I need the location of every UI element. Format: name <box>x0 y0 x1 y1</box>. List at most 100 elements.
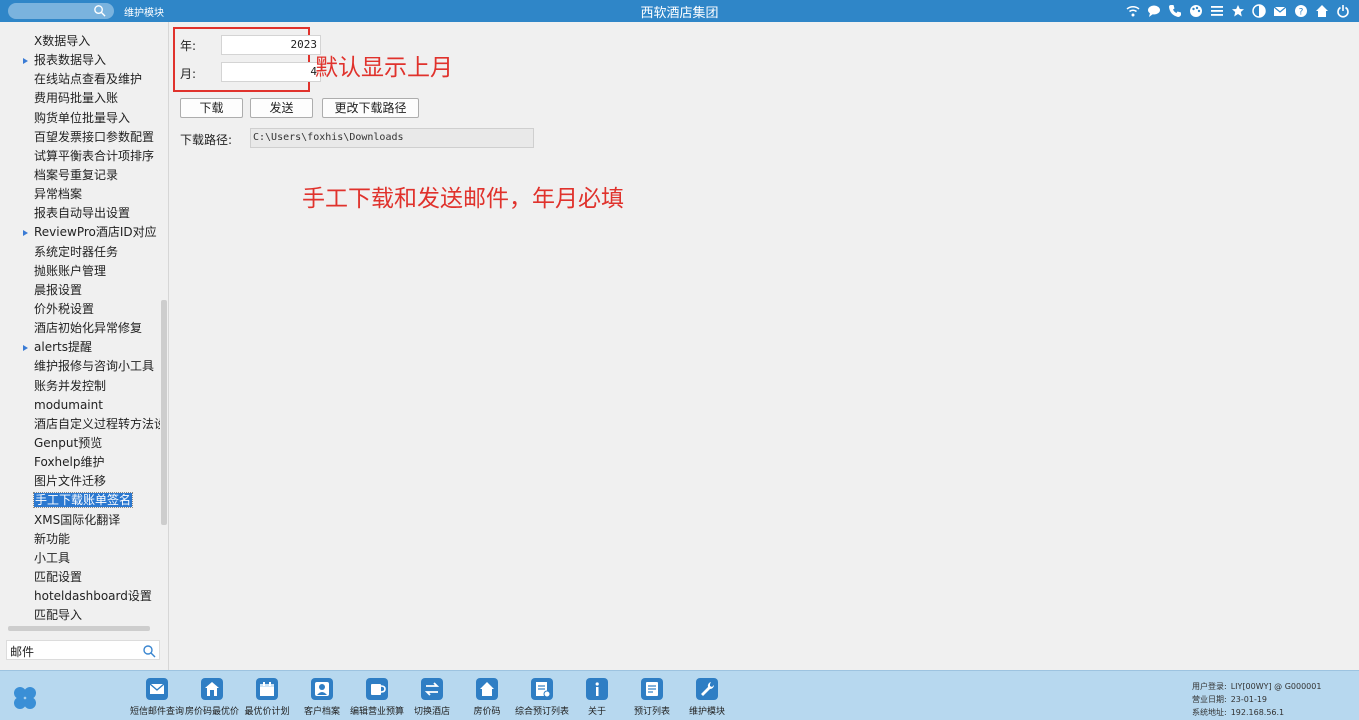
sidebar-item[interactable]: 小工具 <box>0 549 160 568</box>
wifi-icon[interactable] <box>1125 3 1141 19</box>
year-input[interactable]: 2023 <box>221 35 321 55</box>
sidebar-item[interactable]: 匹配导入 <box>0 606 160 625</box>
switch-icon[interactable] <box>421 678 443 700</box>
wrench-icon[interactable] <box>696 678 718 700</box>
message-icon[interactable] <box>1146 3 1162 19</box>
mail-icon[interactable] <box>1272 3 1288 19</box>
sidebar-item-label: 系统定时器任务 <box>34 244 119 259</box>
expand-arrow-icon[interactable] <box>23 230 28 237</box>
sidebar-item[interactable]: 维护报修与咨询小工具 <box>0 357 160 376</box>
sidebar-horizontal-scrollbar[interactable] <box>8 626 150 631</box>
search-icon[interactable] <box>142 644 156 658</box>
year-label: 年: <box>180 39 197 53</box>
booking-list-icon[interactable] <box>531 678 553 700</box>
sidebar-item-label: Foxhelp维护 <box>34 455 105 470</box>
download-path-label: 下载路径: <box>180 133 233 147</box>
sidebar-item[interactable]: 新功能 <box>0 530 160 549</box>
sidebar-item[interactable]: 酒店自定义过程转方法设置 <box>0 415 160 434</box>
sidebar-item-label: hoteldashboard设置 <box>34 589 152 604</box>
menu-search-input[interactable]: 邮件 <box>6 640 160 660</box>
sidebar-item-label: 晨报设置 <box>34 282 83 297</box>
mail-icon[interactable] <box>146 678 168 700</box>
theme-icon[interactable] <box>1251 3 1267 19</box>
taskbar-item[interactable]: 维护模块 <box>672 678 742 717</box>
sidebar-item-label: 抛账账户管理 <box>34 263 107 278</box>
sidebar-item[interactable]: Foxhelp维护 <box>0 453 160 472</box>
send-button[interactable]: 发送 <box>250 98 313 118</box>
sidebar-item[interactable]: 图片文件迁移 <box>0 472 160 491</box>
sidebar-item[interactable]: XMS国际化翻译 <box>0 511 160 530</box>
sidebar-item[interactable]: 手工下载账单签名 <box>0 491 160 510</box>
customer-icon[interactable] <box>311 678 333 700</box>
sidebar-item[interactable]: 报表自动导出设置 <box>0 204 160 223</box>
sidebar-item[interactable]: Genput预览 <box>0 434 160 453</box>
main-panel: 年: 2023 月: 4 默认显示上月 下载 发送 更改下载路径 下载路径: C… <box>170 22 1359 670</box>
top-toolbar: ? <box>1125 3 1351 19</box>
download-path-field[interactable]: C:\Users\foxhis\Downloads <box>250 128 534 148</box>
sidebar-item[interactable]: 账务并发控制 <box>0 377 160 396</box>
sidebar-item-label: 试算平衡表合计项排序 <box>34 148 155 163</box>
sidebar-item-label: 费用码批量入账 <box>34 91 119 106</box>
sidebar-item-label: 报表数据导入 <box>34 53 107 68</box>
home-icon[interactable] <box>1314 3 1330 19</box>
power-icon[interactable] <box>1335 3 1351 19</box>
taskbar-item-label: 维护模块 <box>688 707 725 717</box>
month-input[interactable]: 4 <box>221 62 321 82</box>
menu-icon[interactable] <box>1209 3 1225 19</box>
sidebar-item[interactable]: modumaint <box>0 396 160 415</box>
sidebar-item-label: ReviewPro酒店ID对应 <box>34 225 157 240</box>
sidebar-item-label: 报表自动导出设置 <box>34 206 131 221</box>
sidebar-item[interactable]: 价外税设置 <box>0 300 160 319</box>
menu-search-value: 邮件 <box>10 645 35 659</box>
sidebar-item-label: alerts提醒 <box>34 340 92 355</box>
calendar-icon[interactable] <box>256 678 278 700</box>
sidebar-item-label: 酒店初始化异常修复 <box>34 321 143 336</box>
sidebar-item-label: modumaint <box>34 397 103 412</box>
sidebar-item[interactable]: 档案号重复记录 <box>0 166 160 185</box>
help-icon[interactable]: ? <box>1293 3 1309 19</box>
change-download-path-button[interactable]: 更改下载路径 <box>322 98 419 118</box>
sidebar-item[interactable]: 晨报设置 <box>0 281 160 300</box>
cup-icon[interactable] <box>366 678 388 700</box>
sidebar-item-label: Genput预览 <box>34 435 103 450</box>
sidebar-item[interactable]: 异常档案 <box>0 185 160 204</box>
sidebar-item-label: 小工具 <box>34 550 71 565</box>
sidebar-item[interactable]: 费用码批量入账 <box>0 89 160 108</box>
expand-arrow-icon[interactable] <box>23 345 28 352</box>
expand-arrow-icon[interactable] <box>23 58 28 65</box>
booking-icon[interactable] <box>641 678 663 700</box>
sidebar-item-label: 购货单位批量导入 <box>34 110 131 125</box>
download-button[interactable]: 下载 <box>180 98 243 118</box>
sidebar-item[interactable]: ReviewPro酒店ID对应 <box>0 223 160 242</box>
sidebar-item[interactable]: hoteldashboard设置 <box>0 587 160 606</box>
sidebar-item-label: 手工下载账单签名 <box>32 492 134 509</box>
sidebar-item-label: 酒店自定义过程转方法设置 <box>34 416 160 431</box>
info-icon[interactable] <box>586 678 608 700</box>
sidebar-item[interactable]: 匹配设置 <box>0 568 160 587</box>
business-date-value: 23-01-19 <box>1230 695 1268 704</box>
sidebar-item[interactable]: 报表数据导入 <box>0 51 160 70</box>
app-logo-icon[interactable] <box>10 683 40 713</box>
palette-icon[interactable] <box>1188 3 1204 19</box>
global-search-input[interactable] <box>8 3 114 19</box>
search-icon[interactable] <box>93 4 106 17</box>
phone-icon[interactable] <box>1167 3 1183 19</box>
sidebar-item[interactable]: X数据导入 <box>0 32 160 51</box>
sidebar-vertical-scrollbar[interactable] <box>161 300 167 525</box>
star-icon[interactable] <box>1230 3 1246 19</box>
sidebar-item[interactable]: alerts提醒 <box>0 338 160 357</box>
home-icon[interactable] <box>476 678 498 700</box>
status-panel: 用户登录: LIY[00WY] @ G000001 营业日期: 23-01-19 系… <box>1192 680 1321 719</box>
sidebar-item[interactable]: 酒店初始化异常修复 <box>0 319 160 338</box>
sidebar-item[interactable]: 购货单位批量导入 <box>0 109 160 128</box>
current-module-label: 维护模块 <box>124 8 164 19</box>
sidebar-item[interactable]: 百望发票接口参数配置 <box>0 128 160 147</box>
sidebar-item[interactable]: 试算平衡表合计项排序 <box>0 147 160 166</box>
sidebar: X数据导入报表数据导入在线站点查看及维护费用码批量入账 购货单位批量导入百望发票接… <box>0 22 169 670</box>
house-price-icon[interactable] <box>201 678 223 700</box>
sidebar-item[interactable]: 抛账账户管理 <box>0 262 160 281</box>
sidebar-item-label: XMS国际化翻译 <box>34 512 121 527</box>
sidebar-item[interactable]: 在线站点查看及维护 <box>0 70 160 89</box>
sidebar-item[interactable]: 系统定时器任务 <box>0 243 160 262</box>
menu-tree: X数据导入报表数据导入在线站点查看及维护费用码批量入账 购货单位批量导入百望发票接… <box>0 32 160 628</box>
